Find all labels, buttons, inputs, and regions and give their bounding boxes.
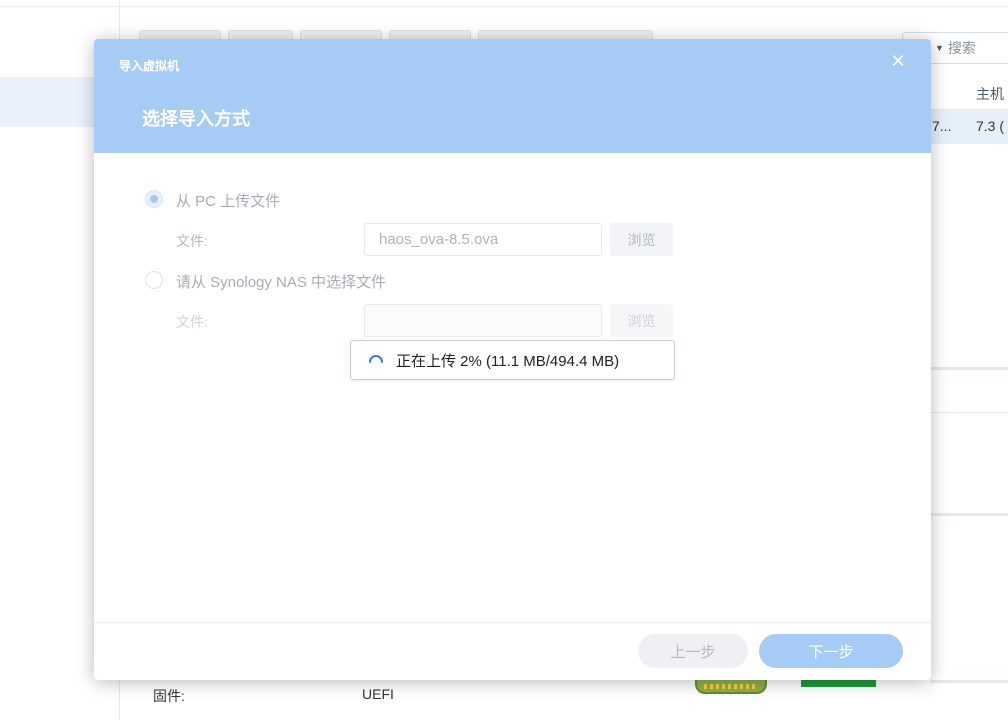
chevron-down-icon: ▼ xyxy=(935,43,944,53)
table-cell: 7.3 ( xyxy=(976,118,1005,134)
radio-upload-from-pc[interactable] xyxy=(145,190,163,208)
usage-bar xyxy=(801,680,876,687)
next-step-button[interactable]: 下一步 xyxy=(759,634,903,668)
top-divider xyxy=(0,6,1008,7)
loading-spinner-icon xyxy=(369,355,383,363)
dialog-header: 导入虚拟机 ✕ 选择导入方式 xyxy=(94,39,931,153)
file-field-label: 文件: xyxy=(176,233,208,249)
option-upload-from-pc-label: 从 PC 上传文件 xyxy=(176,193,281,210)
memory-chip-pins xyxy=(704,684,756,689)
option-select-from-nas-label: 请从 Synology NAS 中选择文件 xyxy=(176,274,387,291)
panel-divider xyxy=(930,680,1008,683)
panel-divider xyxy=(930,412,1008,413)
file-field-label: 文件: xyxy=(176,314,208,330)
pc-file-input[interactable] xyxy=(364,223,602,256)
close-icon[interactable]: ✕ xyxy=(888,51,908,71)
previous-step-button[interactable]: 上一步 xyxy=(638,634,748,668)
panel-divider xyxy=(930,513,1008,516)
upload-status-text: 正在上传 2% (11.1 MB/494.4 MB) xyxy=(396,352,620,370)
upload-progress-popup: 正在上传 2% (11.1 MB/494.4 MB) xyxy=(350,340,675,380)
firmware-value: UEFI xyxy=(362,686,394,702)
table-header-host: 主机 xyxy=(976,86,1004,102)
step-title: 选择导入方式 xyxy=(142,109,250,129)
radio-select-from-nas[interactable] xyxy=(145,271,163,289)
panel-divider xyxy=(930,367,1008,370)
nas-browse-button[interactable]: 浏览 xyxy=(610,304,673,337)
table-cell: 7... xyxy=(932,118,952,134)
pc-browse-button[interactable]: 浏览 xyxy=(610,223,673,256)
nas-file-input[interactable] xyxy=(364,304,602,337)
search-placeholder: 搜索 xyxy=(947,40,976,56)
import-vm-dialog: 导入虚拟机 ✕ 选择导入方式 从 PC 上传文件 文件: 浏览 请从 Synol… xyxy=(94,39,931,680)
dialog-window-title: 导入虚拟机 xyxy=(119,59,180,73)
firmware-label: 固件: xyxy=(153,688,185,704)
footer-divider xyxy=(94,622,931,623)
